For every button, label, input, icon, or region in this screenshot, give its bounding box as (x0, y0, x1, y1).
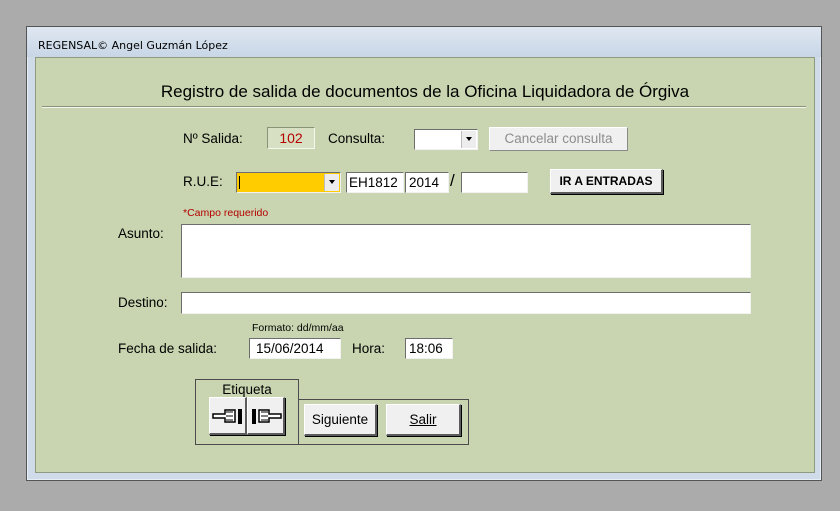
action-buttons-group: Siguiente Salir (298, 399, 469, 445)
ir-a-entradas-button[interactable]: IR A ENTRADAS (550, 169, 663, 194)
siguiente-button[interactable]: Siguiente (304, 404, 377, 436)
format-hint: Formato: dd/mm/aa (252, 322, 344, 334)
text-cursor (239, 176, 240, 189)
window-title: REGENSAL© Angel Guzmán López (38, 39, 228, 52)
rue-dropdown[interactable] (236, 172, 341, 193)
fecha-field[interactable]: 15/06/2014 (249, 338, 341, 359)
previous-label-button[interactable] (209, 397, 247, 435)
rue-year-field[interactable]: 2014 (405, 172, 449, 193)
form-heading: Registro de salida de documentos de la O… (160, 82, 690, 101)
asunto-field[interactable] (181, 224, 751, 278)
salida-number: 102 (267, 127, 315, 149)
destino-label: Destino: (118, 295, 168, 310)
etiqueta-label: Etiqueta (222, 382, 272, 397)
rue-code-field[interactable]: EH1812 (346, 172, 404, 193)
fecha-label: Fecha de salida: (118, 341, 218, 356)
hora-label: Hora: (352, 341, 386, 356)
consulta-label: Consulta: (328, 131, 386, 146)
etiqueta-group: Etiqueta (195, 379, 299, 445)
hora-field[interactable]: 18:06 (405, 338, 453, 359)
hand-pointing-left-icon (211, 409, 242, 424)
heading-divider (42, 106, 806, 108)
salir-button[interactable]: Salir (386, 404, 461, 436)
asunto-label: Asunto: (118, 226, 164, 241)
form-panel: Registro de salida de documentos de la O… (35, 57, 815, 473)
application-window: REGENSAL© Angel Guzmán López Registro de… (26, 26, 822, 481)
salida-label: Nº Salida: (183, 131, 243, 146)
next-label-button[interactable] (247, 397, 285, 435)
hand-pointing-right-icon (251, 409, 282, 424)
required-note: *Campo requerido (183, 207, 269, 219)
consulta-dropdown[interactable] (414, 129, 478, 150)
rue-slash: / (450, 171, 455, 190)
destino-field[interactable] (181, 292, 751, 314)
rue-number-field[interactable] (461, 172, 528, 193)
cancelar-consulta-button[interactable]: Cancelar consulta (489, 127, 628, 151)
chevron-down-icon[interactable] (324, 174, 339, 191)
chevron-down-icon[interactable] (461, 131, 476, 148)
rue-label: R.U.E: (183, 174, 223, 189)
title-bar[interactable]: REGENSAL© Angel Guzmán López (27, 27, 821, 57)
